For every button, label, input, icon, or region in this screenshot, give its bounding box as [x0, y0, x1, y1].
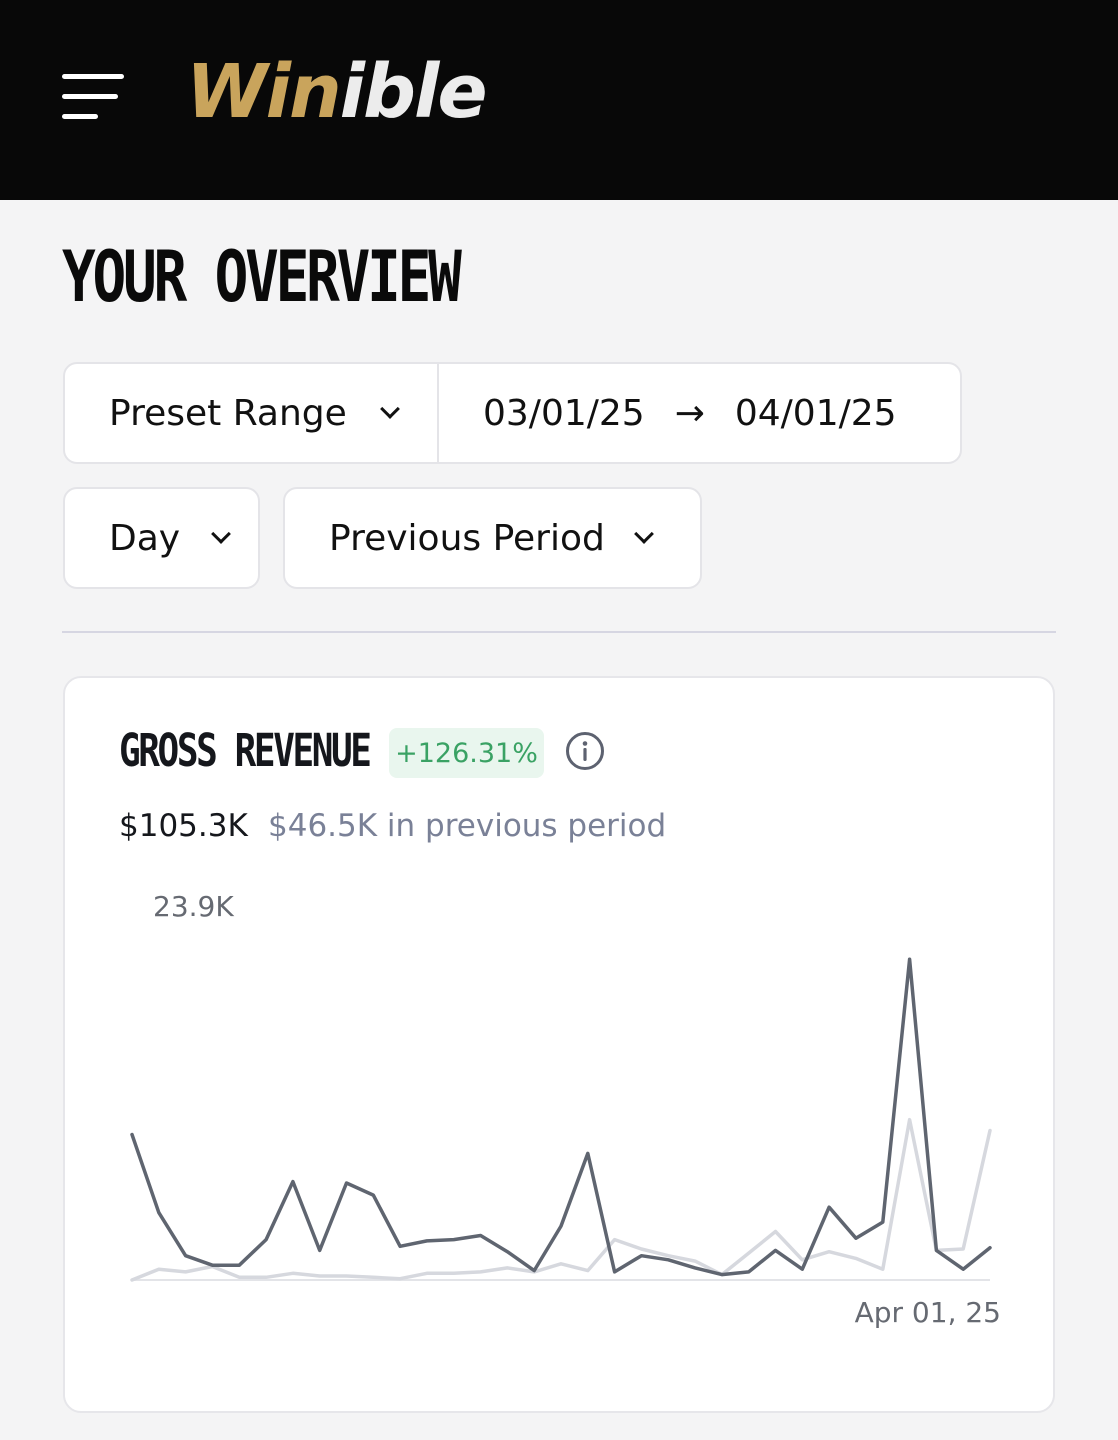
preset-range-label: Preset Range: [109, 392, 347, 434]
arrow-right-icon: →: [674, 392, 705, 434]
granularity-label: Day: [109, 517, 181, 559]
revenue-line-chart: 23.9K Apr 01, 25: [130, 890, 1001, 1329]
preset-range-dropdown[interactable]: Preset Range: [63, 362, 441, 464]
top-navigation-bar: Winible: [0, 0, 1118, 200]
winible-logo[interactable]: Winible: [186, 55, 488, 129]
logo-part-ible: ible: [339, 49, 488, 135]
section-divider: [62, 631, 1056, 633]
chevron-down-icon: [379, 399, 400, 419]
end-date: 04/01/25: [734, 392, 897, 434]
granularity-dropdown[interactable]: Day: [63, 487, 260, 589]
x-end-label: Apr 01, 25: [855, 1296, 1001, 1329]
date-range-picker[interactable]: 03/01/25 → 04/01/25: [437, 362, 962, 464]
y-max-label: 23.9K: [153, 890, 234, 923]
current-period-line: [130, 957, 992, 1277]
chevron-down-icon: [211, 524, 231, 544]
comparison-label: Previous Period: [329, 517, 605, 559]
comparison-dropdown[interactable]: Previous Period: [283, 487, 702, 589]
menu-icon[interactable]: [62, 74, 126, 124]
previous-period-line: [130, 1117, 992, 1282]
chevron-down-icon: [633, 524, 654, 544]
gross-revenue-card: GROSS REVENUE +126.31% $105.3K $46.5K in…: [63, 676, 1055, 1413]
logo-part-win: Win: [186, 49, 342, 135]
page-title: YOUR OVERVIEW: [62, 236, 462, 318]
start-date: 03/01/25: [483, 392, 645, 434]
